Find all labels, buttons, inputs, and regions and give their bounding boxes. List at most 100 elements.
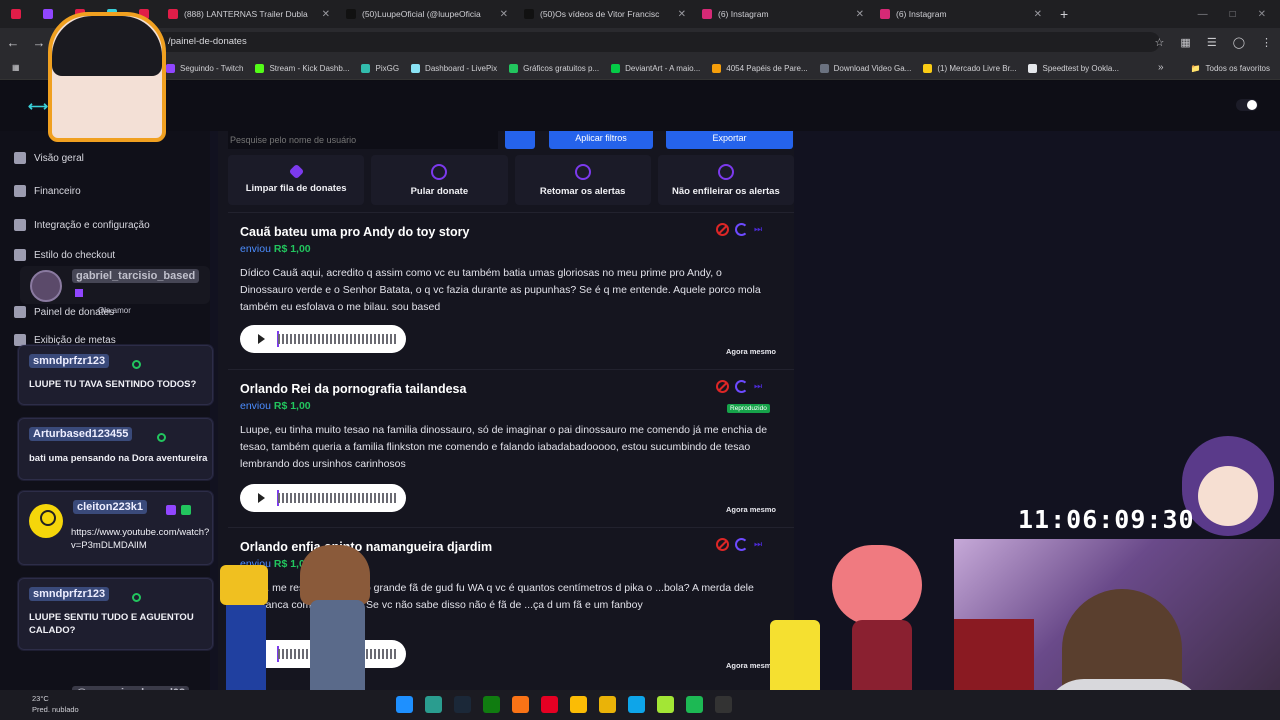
- xbox-icon[interactable]: [483, 696, 500, 713]
- profile-icon[interactable]: ◯: [1233, 36, 1245, 49]
- skip-icon[interactable]: ⏭: [754, 538, 767, 551]
- resume-alerts-button[interactable]: Retomar os alertas: [514, 155, 651, 205]
- apps-icon[interactable]: ▦: [6, 63, 26, 72]
- skip-donate-button[interactable]: Pular donate: [371, 155, 508, 205]
- waveform[interactable]: [278, 334, 396, 344]
- monika-hair: [300, 545, 370, 605]
- address-bar-row: ← → /painel-de-donates ☆ ▦ ☰ ◯ ⋮: [0, 28, 1280, 56]
- donate-actions: ⏭: [716, 380, 767, 393]
- bookmark-item[interactable]: 4054 Papéis de Pare...: [706, 63, 813, 73]
- bookmark-item[interactable]: PixGG: [355, 63, 405, 73]
- bookmark-favicon-icon: [1028, 63, 1038, 73]
- all-bookmarks[interactable]: 📁 Todos os favoritos: [1191, 56, 1270, 80]
- bookmark-item[interactable]: (1) Mercado Livre Br...: [917, 63, 1022, 73]
- browser-tab[interactable]: [0, 0, 32, 28]
- extensions-icon[interactable]: ▦: [1180, 36, 1190, 49]
- browser-tab[interactable]: (50)LuupeOficial (@luupeOficia ✕: [338, 0, 516, 28]
- close-window-icon[interactable]: ✕: [1258, 9, 1266, 20]
- browser-tab[interactable]: (6) Instagram ✕: [872, 0, 1050, 28]
- donate-message: Dídico Cauã aqui, acredito q assim como …: [240, 267, 761, 313]
- close-tab-icon[interactable]: ✕: [500, 9, 508, 20]
- apply-filters-button[interactable]: Aplicar filtros: [549, 131, 653, 149]
- block-icon[interactable]: [716, 223, 729, 236]
- more-bookmarks-icon[interactable]: »: [1158, 56, 1164, 80]
- edge-icon[interactable]: [425, 696, 442, 713]
- search-button[interactable]: [505, 131, 535, 149]
- search-row: Aplicar filtros Exportar: [218, 131, 794, 149]
- sidebar-item-label: Financeiro: [34, 185, 81, 197]
- browser-tab[interactable]: (888) LANTERNAS Trailer Dubla ✕: [160, 0, 338, 28]
- close-tab-icon[interactable]: ✕: [1034, 9, 1042, 20]
- tab-favicon-icon: [880, 9, 890, 19]
- browser-tab[interactable]: (50)Os vídeos de Vitor Francisc ✕: [516, 0, 694, 28]
- play-icon[interactable]: [258, 493, 265, 503]
- bell-off-icon: [717, 163, 734, 180]
- sidebar-item-visao-geral[interactable]: Visão geral: [14, 152, 84, 164]
- bookmark-item[interactable]: Gráficos gratuitos p...: [503, 63, 605, 73]
- no-queue-alerts-button[interactable]: Não enfileirar os alertas: [657, 155, 794, 205]
- menu-icon[interactable]: ⋮: [1261, 36, 1272, 49]
- close-tab-icon[interactable]: ✕: [678, 9, 686, 20]
- weather-text: Pred. nublado: [32, 705, 79, 714]
- twitch-icon: [166, 505, 176, 515]
- app-icon[interactable]: [512, 696, 529, 713]
- bookmark-item[interactable]: DeviantArt - A maio...: [605, 63, 706, 73]
- windows-start-icon[interactable]: [396, 696, 413, 713]
- block-icon[interactable]: [716, 538, 729, 551]
- export-button[interactable]: Exportar: [666, 131, 793, 149]
- bookmark-item[interactable]: Dashboard - LivePix: [405, 63, 503, 73]
- search-input[interactable]: [228, 131, 498, 149]
- chat-username: smndprfzr123: [29, 354, 110, 368]
- chat-text: LUUPE TU TAVA SENTINDO TODOS?: [29, 379, 197, 390]
- window-controls: — □ ✕: [1198, 0, 1280, 28]
- url-field[interactable]: /painel-de-donates: [80, 32, 1160, 52]
- back-icon[interactable]: ←: [0, 35, 26, 50]
- clear-queue-button[interactable]: Limpar fila de donates: [228, 155, 365, 205]
- theme-toggle[interactable]: [1236, 99, 1258, 111]
- bookmark-item[interactable]: Stream - Kick Dashb...: [249, 63, 355, 73]
- replay-icon[interactable]: [735, 223, 748, 236]
- sidebar-item-estilo-checkout[interactable]: Estilo do checkout: [14, 249, 115, 261]
- skip-icon[interactable]: ⏭: [754, 223, 767, 236]
- new-tab-icon[interactable]: +: [1060, 6, 1068, 22]
- app-icon[interactable]: [628, 696, 645, 713]
- notes-icon[interactable]: [657, 696, 674, 713]
- close-tab-icon[interactable]: ✕: [322, 9, 330, 20]
- queue-actions: Limpar fila de donates Pular donate Reto…: [228, 155, 794, 205]
- replay-icon[interactable]: [735, 538, 748, 551]
- sidebar-item-integracao[interactable]: Integração e configuração: [14, 219, 150, 231]
- chat-text: LUUPE SENTIU TUDO E AGUENTOU CALADO?: [29, 612, 194, 636]
- folder-icon[interactable]: [599, 696, 616, 713]
- chat-ghost-text: Ola amor: [98, 306, 131, 315]
- audio-player[interactable]: [240, 484, 406, 512]
- block-icon[interactable]: [716, 380, 729, 393]
- pinterest-icon[interactable]: [541, 696, 558, 713]
- browser-tab[interactable]: (6) Instagram ✕: [694, 0, 872, 28]
- obs-icon[interactable]: [715, 696, 732, 713]
- media-icon[interactable]: ☰: [1207, 36, 1217, 49]
- bookmark-item[interactable]: Seguindo - Twitch: [160, 63, 249, 73]
- youtube-badge-icon: [132, 593, 141, 602]
- steam-icon[interactable]: [454, 696, 471, 713]
- skip-icon: [431, 163, 448, 180]
- twitch-icon: [75, 289, 83, 297]
- replay-icon[interactable]: [735, 380, 748, 393]
- minimize-icon[interactable]: —: [1198, 9, 1208, 20]
- sidebar-item-label: Estilo do checkout: [34, 249, 116, 261]
- waveform[interactable]: [278, 493, 396, 503]
- tab-label: (50)Os vídeos de Vitor Francisc: [540, 9, 660, 19]
- maximize-icon[interactable]: □: [1230, 9, 1236, 20]
- chrome-icon[interactable]: [570, 696, 587, 713]
- all-bookmarks-label: Todos os favoritos: [1205, 63, 1270, 73]
- weather-widget[interactable]: 23°C Pred. nublado: [32, 693, 79, 715]
- bookmark-star-icon[interactable]: ☆: [1155, 36, 1165, 49]
- settings-icon: [14, 219, 26, 231]
- skip-icon[interactable]: ⏭: [754, 380, 767, 393]
- close-tab-icon[interactable]: ✕: [856, 9, 864, 20]
- bookmark-item[interactable]: Download Video Ga...: [814, 63, 918, 73]
- audio-player[interactable]: [240, 325, 406, 353]
- bookmark-item[interactable]: Speedtest by Ookla...: [1022, 63, 1125, 73]
- spotify-icon[interactable]: [686, 696, 703, 713]
- sidebar-item-financeiro[interactable]: Financeiro: [14, 185, 81, 197]
- play-icon[interactable]: [258, 334, 265, 344]
